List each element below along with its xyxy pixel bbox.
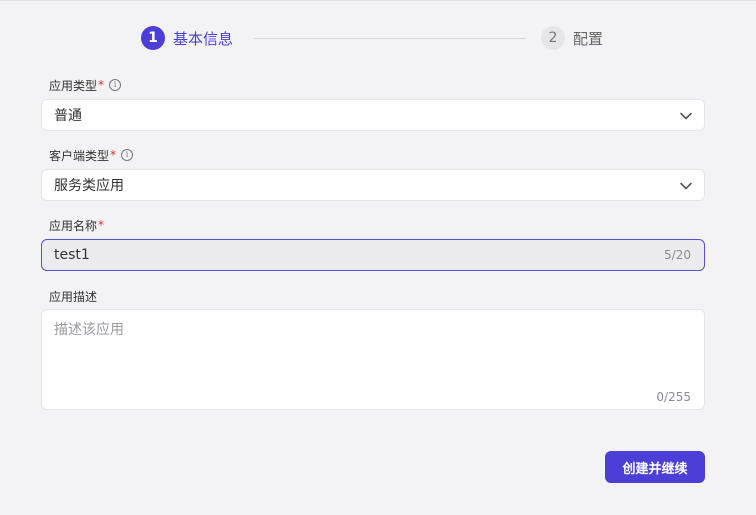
client-type-select[interactable]: 服务类应用 xyxy=(41,169,705,201)
app-desc-placeholder: 描述该应用 xyxy=(54,322,124,338)
top-divider xyxy=(0,0,756,1)
chevron-down-icon xyxy=(680,182,692,190)
char-counter: 0/255 xyxy=(656,390,691,404)
label-text: 应用名称 xyxy=(49,218,98,233)
app-type-value: 普通 xyxy=(54,108,82,124)
app-desc-textarea[interactable]: 描述该应用 0/255 xyxy=(41,309,705,410)
step-title: 配置 xyxy=(573,29,604,48)
client-type-label: 客户端类型 * i xyxy=(49,147,134,163)
required-mark: * xyxy=(110,148,117,162)
chevron-down-icon xyxy=(680,112,692,120)
step-config[interactable]: 2 配置 xyxy=(541,26,603,50)
steps-indicator: 1 基本信息 2 配置 xyxy=(141,26,611,50)
app-desc-label: 应用描述 xyxy=(49,288,97,304)
step-connector xyxy=(254,38,526,39)
step-number: 1 xyxy=(141,26,165,50)
app-name-label: 应用名称 * xyxy=(49,217,104,233)
label-text: 应用描述 xyxy=(49,289,98,304)
info-icon[interactable]: i xyxy=(109,79,122,91)
app-type-label: 应用类型 * i xyxy=(49,77,122,93)
app-name-value: test1 xyxy=(54,247,90,263)
label-text: 客户端类型 xyxy=(49,148,110,163)
info-icon[interactable]: i xyxy=(121,149,134,161)
label-text: 应用类型 xyxy=(49,78,98,93)
app-name-input[interactable]: test1 5/20 xyxy=(41,239,705,271)
char-counter: 5/20 xyxy=(664,248,691,262)
required-mark: * xyxy=(98,78,105,92)
app-type-select[interactable]: 普通 xyxy=(41,99,705,131)
create-and-continue-button[interactable]: 创建并继续 xyxy=(605,451,705,483)
required-mark: * xyxy=(98,218,105,232)
client-type-value: 服务类应用 xyxy=(54,178,124,194)
step-number: 2 xyxy=(541,26,565,50)
step-basic-info[interactable]: 1 基本信息 xyxy=(141,26,233,50)
step-title: 基本信息 xyxy=(173,29,234,48)
